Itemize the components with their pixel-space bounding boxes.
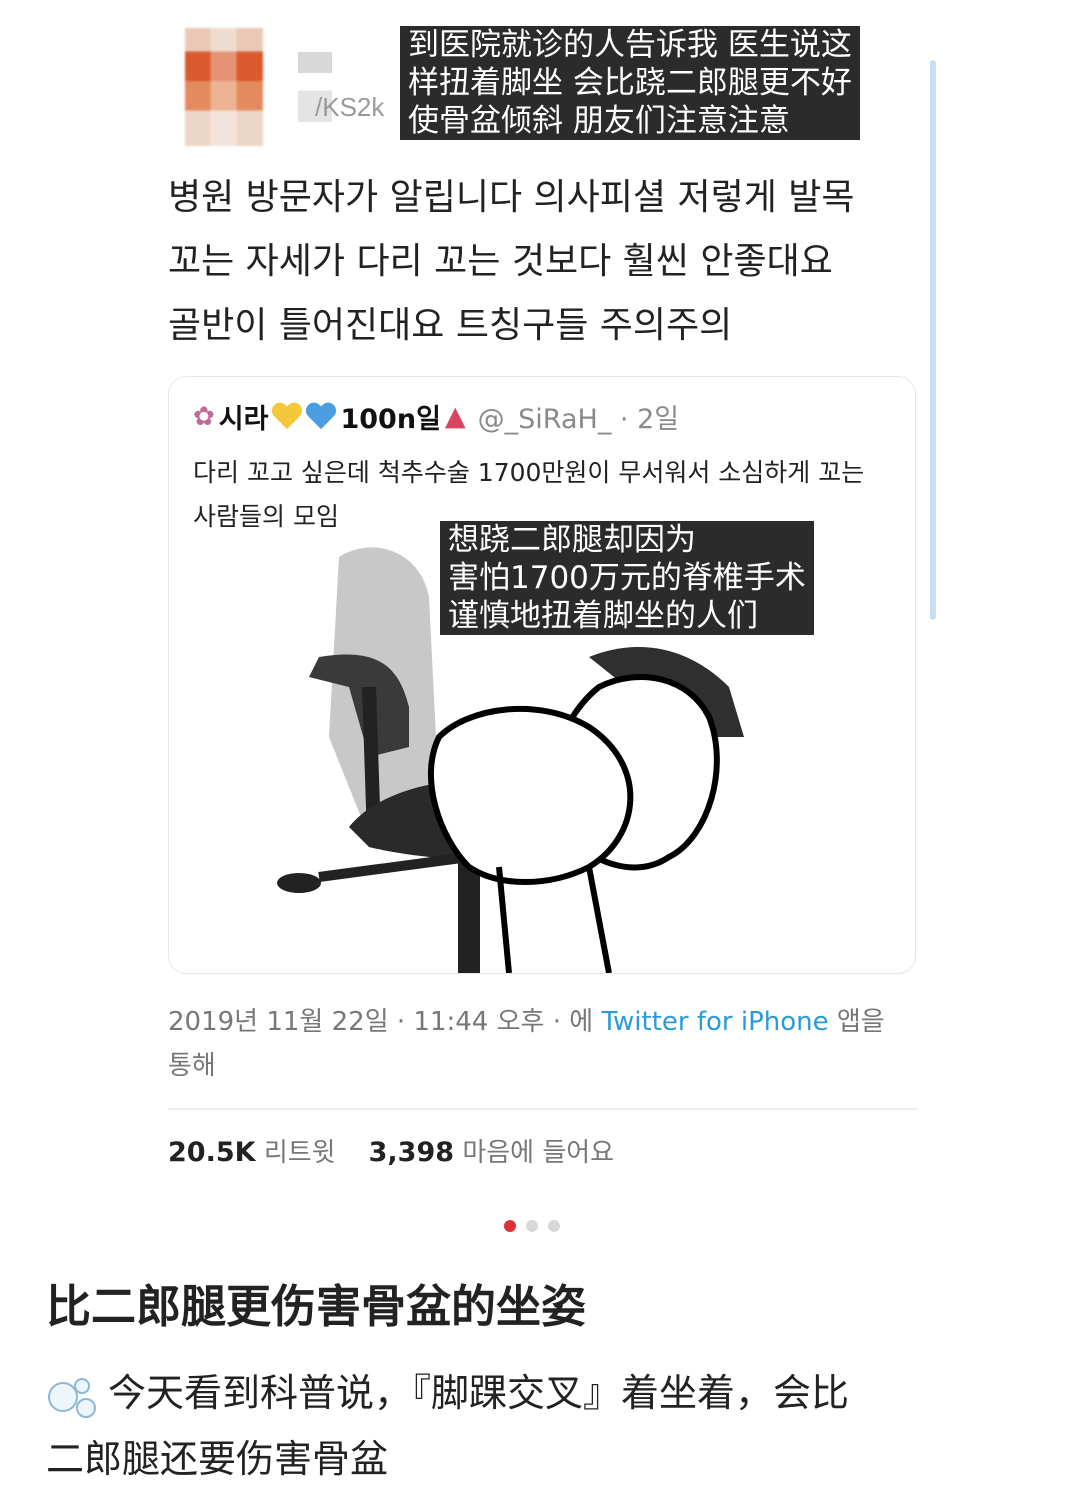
party-popper-icon: ▲	[444, 401, 466, 432]
carousel-dot[interactable]	[526, 1220, 538, 1232]
avatar	[185, 28, 263, 146]
caption-line: 想跷二郎腿却因为	[448, 522, 696, 558]
tweet-text-line: 꼬는 자세가 다리 꼬는 것보다 훨씬 안좋대요	[168, 241, 833, 282]
caption-line: 害怕1700万元的脊椎手术	[448, 560, 806, 596]
blue-heart-icon	[306, 403, 336, 431]
quoted-badge: 100n일	[340, 404, 441, 435]
article-title: 比二郎腿更伤害骨盆的坐姿	[46, 1280, 587, 1333]
quoted-text-line: 다리 꼬고 싶은데 척추수술 1700만원이 무서워서 소심하게 꼬는	[193, 458, 865, 487]
user-handle: /KS2k	[315, 92, 385, 122]
likes-label: 마음에 들어요	[462, 1138, 615, 1168]
tweet-date: 2019년 11월 22일 · 11:44 오후 · 에	[168, 1007, 602, 1037]
carousel-dot[interactable]	[504, 1220, 516, 1232]
quoted-tweet-header: ✿ 시라 100n일 ▲ @_SiRaH_ · 2일	[193, 397, 679, 436]
article-body-line: 二郎腿还要伤害骨盆	[46, 1437, 389, 1481]
article-body: 今天看到科普说，『脚踝交叉』着坐着，会比 二郎腿还要伤害骨盆	[46, 1360, 1046, 1492]
divider	[168, 1108, 918, 1110]
tweet-stats: 20.5K 리트윗 3,398 마음에 들어요	[168, 1132, 614, 1169]
quoted-avatar-icon: ✿	[193, 401, 215, 432]
carousel-dot[interactable]	[548, 1220, 560, 1232]
carousel-indicator[interactable]	[504, 1220, 560, 1232]
tweet-meta: 2019년 11월 22일 · 11:44 오후 · 에 Twitter for…	[168, 1000, 908, 1088]
meta-suffix: 앱을	[828, 1007, 885, 1037]
caption-line: 到医院就诊的人告诉我 医生说这	[408, 27, 852, 63]
retweets-count[interactable]: 20.5K	[168, 1137, 256, 1168]
caption-overlay-middle: 想跷二郎腿却因为 害怕1700万元的脊椎手术 谨慎地扭着脚坐的人们	[440, 521, 814, 635]
caption-line: 样扭着脚坐 会比跷二郎腿更不好	[408, 65, 852, 101]
retweets-label: 리트윗	[263, 1138, 336, 1168]
scrollbar[interactable]	[930, 60, 936, 620]
tweet-text-line: 골반이 틀어진대요 트칭구들 주의주의	[168, 305, 733, 346]
caption-line: 使骨盆倾斜 朋友们注意注意	[408, 103, 790, 139]
source-app-link[interactable]: Twitter for iPhone	[601, 1007, 828, 1037]
tweet-text: 병원 방문자가 알립니다 의사피셜 저렇게 발목 꼬는 자세가 다리 꼬는 것보…	[168, 166, 928, 358]
bubbles-icon	[46, 1376, 102, 1418]
caption-line: 谨慎地扭着脚坐的人们	[448, 598, 758, 634]
meta-line-2: 통해	[168, 1051, 216, 1081]
quoted-user-name: 시라	[218, 404, 269, 435]
quoted-handle: @_SiRaH_ · 2일	[477, 404, 680, 435]
quoted-tweet[interactable]: ✿ 시라 100n일 ▲ @_SiRaH_ · 2일 다리 꼬고 싶은데 척추수…	[168, 376, 916, 974]
caption-overlay-top: 到医院就诊的人告诉我 医生说这 样扭着脚坐 会比跷二郎腿更不好 使骨盆倾斜 朋友…	[400, 26, 860, 140]
tweet-text-line: 병원 방문자가 알립니다 의사피셜 저렇게 발목	[168, 177, 855, 218]
article-body-line: 今天看到科普说，『脚踝交叉』着坐着，会比	[108, 1371, 850, 1415]
likes-count[interactable]: 3,398	[369, 1137, 454, 1168]
yellow-heart-icon	[272, 403, 302, 431]
